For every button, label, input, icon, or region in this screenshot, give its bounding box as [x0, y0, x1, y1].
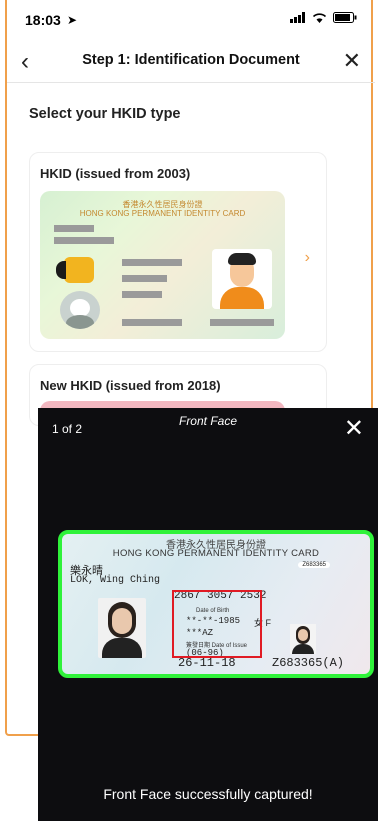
close-button[interactable]: ✕	[343, 48, 361, 74]
capture-preview-overlay: 1 of 2 Front Face ✕ 香港永久性居民身份證 HONG KONG…	[38, 408, 378, 821]
placeholder-line	[54, 237, 114, 244]
chip-icon	[64, 257, 94, 283]
close-overlay-button[interactable]: ✕	[344, 414, 364, 443]
wifi-icon	[312, 13, 327, 23]
signal-icon	[290, 12, 305, 23]
placeholder-line	[122, 259, 182, 266]
placeholder-line	[210, 319, 274, 326]
captured-id-card: 香港永久性居民身份證 HONG KONG PERMANENT IDENTITY …	[58, 530, 374, 678]
hkid-2003-card[interactable]: HKID (issued from 2003) 香港永久性居民身份證 HONG …	[29, 152, 327, 352]
detection-highlight-box	[172, 590, 262, 658]
section-subtitle: Select your HKID type	[29, 106, 181, 122]
id-issue-date: 26-11-18	[178, 656, 236, 670]
card-title: New HKID (issued from 2018)	[40, 378, 221, 393]
small-portrait-icon	[60, 291, 100, 329]
status-time: 18:03	[25, 12, 61, 28]
holder-photo-small	[290, 624, 316, 654]
card-title: HKID (issued from 2003)	[40, 166, 191, 181]
hkid-card-illustration: 香港永久性居民身份證 HONG KONG PERMANENT IDENTITY …	[40, 191, 285, 339]
status-icons	[290, 12, 357, 23]
chip-accent	[56, 261, 66, 279]
placeholder-line	[122, 291, 162, 298]
id-heading-en: HONG KONG PERMANENT IDENTITY CARD	[112, 548, 320, 559]
id-name-en: LOK, Wing Ching	[70, 575, 161, 586]
holder-photo	[98, 598, 146, 658]
capture-success-message: Front Face successfully captured!	[103, 786, 313, 802]
face-label: Front Face	[178, 414, 238, 428]
id-number: Z683365(A)	[272, 656, 345, 670]
placeholder-line	[122, 319, 182, 326]
status-bar: 18:03 ➤	[7, 0, 375, 40]
location-icon: ➤	[67, 13, 78, 27]
page-title: Step 1: Identification Document	[82, 52, 300, 68]
battery-icon	[333, 12, 357, 23]
card-heading-en: HONG KONG PERMANENT IDENTITY CARD	[79, 209, 246, 218]
id-small-number: Z683365	[298, 562, 330, 568]
portrait-icon	[212, 249, 272, 309]
chevron-right-icon: ›	[304, 249, 310, 266]
nav-header: ‹ Step 1: Identification Document ✕	[7, 42, 375, 83]
placeholder-line	[54, 225, 94, 232]
placeholder-line	[122, 275, 167, 282]
